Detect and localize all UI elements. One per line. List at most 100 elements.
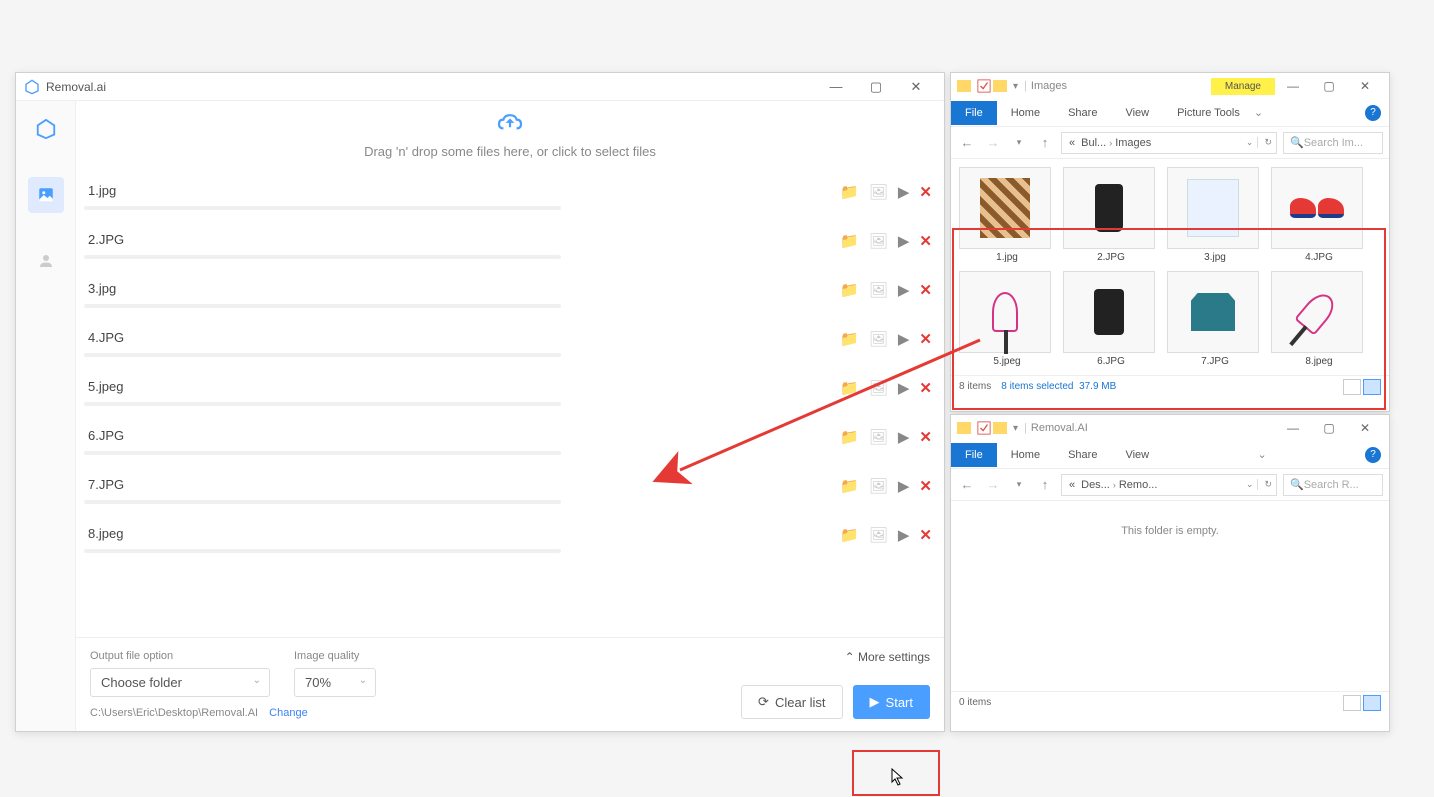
nav-forward-button[interactable]: → xyxy=(983,477,1003,492)
manage-tab[interactable]: Manage xyxy=(1211,78,1275,95)
file-row: 1.jpg 📁 🖼 ▶ ✕ xyxy=(84,175,936,224)
exp-minimize-button[interactable]: — xyxy=(1275,421,1311,435)
close-button[interactable]: ✕ xyxy=(896,79,936,95)
nav-images[interactable] xyxy=(28,177,64,213)
breadcrumb-bar[interactable]: « Bul... › Images ⌄ ↻ xyxy=(1061,132,1277,154)
search-input[interactable]: 🔍 Search Im... xyxy=(1283,132,1383,154)
preview-icon[interactable]: 🖼 xyxy=(869,477,888,495)
file-thumbnail[interactable]: 3.jpg xyxy=(1167,167,1263,263)
tab-file[interactable]: File xyxy=(951,101,997,125)
address-bar: ← → ▾ ↑ « Bul... › Images ⌄ ↻ 🔍 Search I… xyxy=(951,127,1389,159)
tab-home[interactable]: Home xyxy=(997,443,1054,467)
start-button[interactable]: ▶ Start xyxy=(853,685,930,719)
file-thumbnail[interactable]: 1.jpg xyxy=(959,167,1055,263)
exp-maximize-button[interactable]: ▢ xyxy=(1311,421,1347,435)
nav-up-button[interactable]: ↑ xyxy=(1035,135,1055,150)
exp-minimize-button[interactable]: — xyxy=(1275,79,1311,93)
qat-dropdown-icon[interactable]: ▾ xyxy=(1013,423,1018,434)
open-folder-icon[interactable]: 📁 xyxy=(840,428,859,446)
open-folder-icon[interactable]: 📁 xyxy=(840,232,859,250)
qat-check-icon[interactable] xyxy=(977,421,991,435)
remove-icon[interactable]: ✕ xyxy=(919,330,932,348)
nav-up-button[interactable]: ↑ xyxy=(1035,477,1055,492)
more-settings[interactable]: ⌃ More settings xyxy=(845,650,930,664)
preview-icon[interactable]: 🖼 xyxy=(869,330,888,348)
qat-check-icon[interactable] xyxy=(977,79,991,93)
tab-share[interactable]: Share xyxy=(1054,443,1111,467)
preview-icon[interactable]: 🖼 xyxy=(869,183,888,201)
remove-icon[interactable]: ✕ xyxy=(919,428,932,446)
file-thumbnail[interactable]: 4.JPG xyxy=(1271,167,1367,263)
tab-share[interactable]: Share xyxy=(1054,101,1111,125)
nav-account[interactable] xyxy=(28,243,64,279)
play-icon[interactable]: ▶ xyxy=(898,330,910,348)
remove-icon[interactable]: ✕ xyxy=(919,526,932,544)
play-icon[interactable]: ▶ xyxy=(898,526,910,544)
nav-back-button[interactable]: ← xyxy=(957,135,977,150)
view-thumbs-button[interactable] xyxy=(1363,379,1381,395)
file-thumbnail[interactable]: 5.jpeg xyxy=(959,271,1055,367)
progress-bar xyxy=(84,500,561,504)
file-thumbnail[interactable]: 6.JPG xyxy=(1063,271,1159,367)
open-folder-icon[interactable]: 📁 xyxy=(840,526,859,544)
view-thumbs-button[interactable] xyxy=(1363,695,1381,711)
exp-close-button[interactable]: ✕ xyxy=(1347,421,1383,435)
qat-folder-icon[interactable] xyxy=(993,422,1007,434)
exp-close-button[interactable]: ✕ xyxy=(1347,79,1383,93)
dropzone[interactable]: Drag 'n' drop some files here, or click … xyxy=(76,101,944,175)
play-icon[interactable]: ▶ xyxy=(898,232,910,250)
remove-icon[interactable]: ✕ xyxy=(919,281,932,299)
file-thumbnail[interactable]: 2.JPG xyxy=(1063,167,1159,263)
tab-file[interactable]: File xyxy=(951,443,997,467)
nav-history-icon[interactable]: ▾ xyxy=(1009,479,1029,490)
exp-maximize-button[interactable]: ▢ xyxy=(1311,79,1347,93)
tab-view[interactable]: View xyxy=(1111,101,1163,125)
breadcrumb-bar[interactable]: « Des... › Remo... ⌄ ↻ xyxy=(1061,474,1277,496)
clear-list-button[interactable]: ⟳ Clear list xyxy=(741,685,842,719)
minimize-button[interactable]: — xyxy=(816,79,856,94)
search-input[interactable]: 🔍 Search R... xyxy=(1283,474,1383,496)
view-details-button[interactable] xyxy=(1343,695,1361,711)
help-button[interactable]: ? xyxy=(1365,447,1381,463)
tab-home[interactable]: Home xyxy=(997,101,1054,125)
ribbon-expand-icon[interactable]: ⌄ xyxy=(1257,448,1266,461)
play-icon[interactable]: ▶ xyxy=(898,477,910,495)
nav-forward-button[interactable]: → xyxy=(983,135,1003,150)
nav-home[interactable] xyxy=(28,111,64,147)
qat-folder-icon[interactable] xyxy=(993,80,1007,92)
file-thumbnail[interactable]: 7.JPG xyxy=(1167,271,1263,367)
play-icon[interactable]: ▶ xyxy=(898,281,910,299)
nav-history-icon[interactable]: ▾ xyxy=(1009,137,1029,148)
output-folder-select[interactable]: Choose folder xyxy=(90,668,270,697)
quality-select[interactable]: 70% xyxy=(294,668,376,697)
change-path-link[interactable]: Change xyxy=(269,707,308,719)
progress-bar xyxy=(84,353,561,357)
nav-back-button[interactable]: ← xyxy=(957,477,977,492)
play-icon[interactable]: ▶ xyxy=(898,379,910,397)
open-folder-icon[interactable]: 📁 xyxy=(840,330,859,348)
maximize-button[interactable]: ▢ xyxy=(856,79,896,95)
open-folder-icon[interactable]: 📁 xyxy=(840,477,859,495)
open-folder-icon[interactable]: 📁 xyxy=(840,379,859,397)
help-button[interactable]: ? xyxy=(1365,105,1381,121)
remove-icon[interactable]: ✕ xyxy=(919,232,932,250)
remove-icon[interactable]: ✕ xyxy=(919,183,932,201)
preview-icon[interactable]: 🖼 xyxy=(869,379,888,397)
remove-icon[interactable]: ✕ xyxy=(919,477,932,495)
preview-icon[interactable]: 🖼 xyxy=(869,428,888,446)
preview-icon[interactable]: 🖼 xyxy=(869,232,888,250)
tab-view[interactable]: View xyxy=(1111,443,1163,467)
play-icon[interactable]: ▶ xyxy=(898,428,910,446)
file-thumbnail[interactable]: 8.jpeg xyxy=(1271,271,1367,367)
preview-icon[interactable]: 🖼 xyxy=(869,526,888,544)
open-folder-icon[interactable]: 📁 xyxy=(840,281,859,299)
tab-picture-tools[interactable]: Picture Tools xyxy=(1163,101,1254,125)
view-details-button[interactable] xyxy=(1343,379,1361,395)
thumbnail-label: 6.JPG xyxy=(1063,356,1159,367)
preview-icon[interactable]: 🖼 xyxy=(869,281,888,299)
remove-icon[interactable]: ✕ xyxy=(919,379,932,397)
qat-dropdown-icon[interactable]: ▾ xyxy=(1013,81,1018,92)
ribbon-expand-icon[interactable]: ⌄ xyxy=(1254,106,1263,119)
play-icon[interactable]: ▶ xyxy=(898,183,910,201)
open-folder-icon[interactable]: 📁 xyxy=(840,183,859,201)
